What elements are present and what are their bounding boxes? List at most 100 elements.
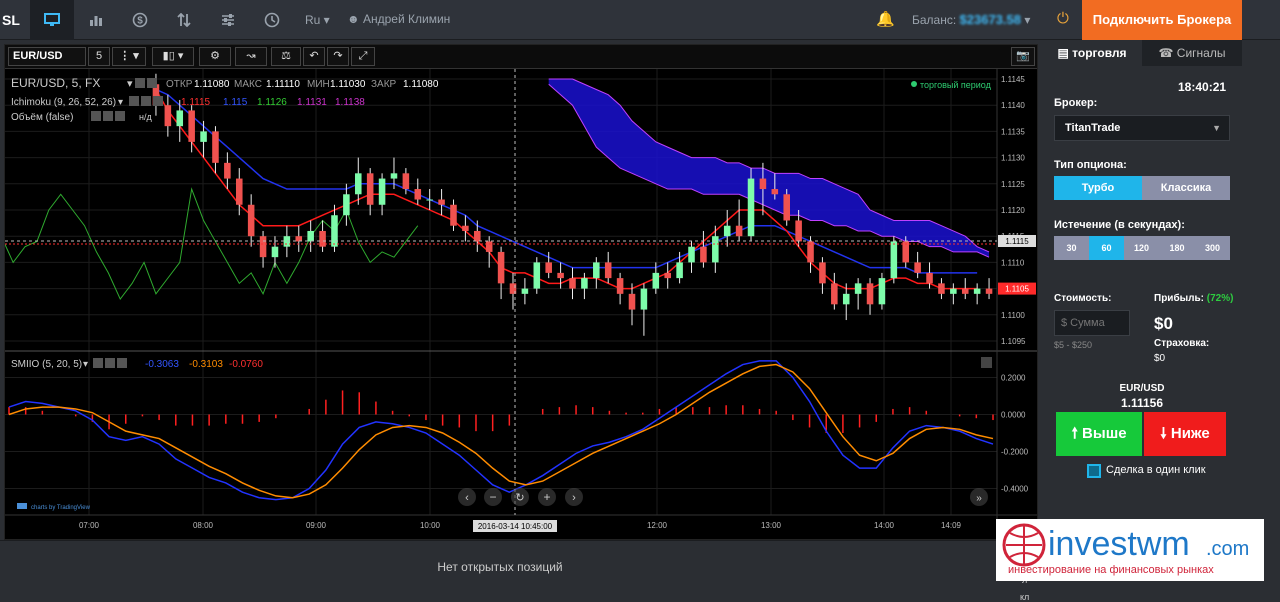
candle-body [914,262,921,273]
trading-period-label: торговый период [920,80,992,90]
settings-button[interactable] [206,0,250,40]
option-turbo-button[interactable]: Турбо [1054,176,1142,200]
expiry-300-button[interactable]: 300 [1195,236,1230,260]
osc-tick-label: -0.2000 [1001,448,1029,457]
candle-body [961,288,969,294]
eye-icon[interactable] [91,111,101,121]
notifications-bell-icon[interactable]: 🔔 [876,10,895,28]
broker-select[interactable]: TitanTrade ▼ [1054,115,1230,141]
close-icon[interactable] [117,358,127,368]
option-type-label: Тип опциона: [1054,159,1127,171]
plus-icon: + [543,490,550,504]
candle-body [164,105,172,127]
top-navigation-bar: SL $ Ru ▾ ☻ Андрей Климин 🔔 Баланс: $236… [0,0,1280,40]
call-button[interactable]: 🠕 Выше [1056,412,1142,456]
power-icon[interactable]: ⏻ [1057,10,1069,27]
candle-body [735,225,743,237]
price-tick-label: 1.1120 [1001,206,1025,215]
maximize-pane-icon[interactable] [981,357,992,368]
tradingview-cloud-icon [17,503,27,509]
compare-button[interactable]: ⚖ [271,47,301,66]
ichimoku-chevron-icon[interactable]: ▾ [118,97,123,108]
camera-icon: 📷 [1016,50,1030,62]
eye-icon[interactable] [129,96,139,106]
expiry-120-button[interactable]: 120 [1124,236,1159,260]
candle-body [628,293,636,310]
close-icon[interactable] [153,96,163,106]
expiry-30-button[interactable]: 30 [1054,236,1089,260]
redo-button[interactable]: ↷ [327,47,349,66]
language-selector[interactable]: Ru ▾ [305,13,330,27]
candle-body [747,178,755,237]
time-tick-label: 13:00 [761,521,782,530]
interval-input[interactable]: 5 [88,47,110,66]
cost-label: Стоимость: [1054,293,1112,304]
trade-panel: ▤ торговля ☎ Сигналы 18:40:21 Брокер: Ti… [1042,40,1242,602]
connect-broker-button[interactable]: Подключить Брокера [1082,0,1242,40]
redo-icon: ↷ [333,50,343,62]
smiio-chevron-icon[interactable]: ▾ [83,359,88,370]
tab-signals[interactable]: ☎ Сигналы [1142,40,1242,66]
chart-style-button[interactable]: ▮▯ ▾ [152,47,194,66]
indicators-button[interactable]: ↝ [235,47,267,66]
tab-trade[interactable]: ▤ торговля [1042,40,1142,66]
crosshair-price-label: 1.1115 [1005,237,1029,246]
undo-button[interactable]: ↶ [303,47,325,66]
chart-view-button[interactable] [30,0,74,40]
smiio-label[interactable]: SMIIO (5, 20, 5) [11,359,82,370]
volume-label[interactable]: Объём (false) [11,111,73,123]
fullscreen-icon: ⤢ [358,50,368,62]
candle-body [640,288,648,310]
put-button[interactable]: 🠗 Ниже [1144,412,1226,456]
last-price-label: 1.1105 [1005,285,1029,294]
amount-input[interactable] [1054,310,1130,336]
history-button[interactable] [250,0,294,40]
eye-icon[interactable] [135,78,145,88]
gear-icon[interactable] [141,96,151,106]
screenshot-button[interactable]: 📷 [1011,47,1035,66]
statistics-button[interactable] [74,0,118,40]
price-tick-label: 1.1110 [1001,258,1025,267]
logo-suffix-text: .com [1206,538,1249,560]
close-icon[interactable] [115,111,125,121]
candle-body [235,178,243,205]
gear-icon[interactable] [147,78,157,88]
expiry-180-button[interactable]: 180 [1159,236,1195,260]
finance-button[interactable]: $ [118,0,162,40]
price-chart[interactable]: 1.1145 1.1140 1.1135 1.1130 1.1125 1.1120 1.11… [5,69,1037,539]
chart-settings-button[interactable]: ⚙ [199,47,231,66]
gear-icon[interactable] [103,111,113,121]
candle-body [581,278,588,289]
trades-button[interactable] [162,0,206,40]
tradingview-credit[interactable]: charts by TradingView [31,505,91,511]
current-price: 1.11156 [1120,396,1164,410]
smiio-signal-value: -0.3103 [189,359,223,370]
open-value: 1.11080 [194,79,230,90]
eye-icon[interactable] [93,358,103,368]
ichimoku-label[interactable]: Ichimoku (9, 26, 52, 26) [11,97,116,108]
more-vertical-icon: ⋮ ▾ [119,50,139,62]
logo-tagline: инвестирование на финансовых рынках [1008,564,1214,576]
one-click-checkbox[interactable] [1087,464,1101,478]
balance-display[interactable]: Баланс: $23673.58 ▾ [912,12,1030,27]
candle-body [973,288,981,294]
reset-icon: ↻ [515,492,524,504]
candle-body [366,173,374,205]
option-classic-button[interactable]: Классика [1142,176,1230,200]
fullscreen-button[interactable]: ⤢ [351,47,375,66]
interval-menu-button[interactable]: ⋮ ▾ [112,47,146,66]
chikou-value: 1.1126 [257,97,287,108]
candle-body [176,110,184,127]
candle-body [569,278,576,289]
high-label: МАКС [234,79,262,90]
chart-title-chevron-icon[interactable]: ▾ [127,78,133,90]
brand-logo[interactable]: SL [0,0,28,40]
expiry-60-button[interactable]: 60 [1089,236,1124,260]
investwm-logo: investwm .com инвестирование на финансов… [1002,523,1249,576]
user-menu[interactable]: ☻ Андрей Климин [347,12,450,26]
candle-body [712,236,719,263]
put-button-label: Ниже [1170,425,1210,442]
span-a-value: 1.1131 [297,97,327,108]
symbol-input[interactable]: EUR/USD [8,47,86,66]
gear-icon[interactable] [105,358,115,368]
